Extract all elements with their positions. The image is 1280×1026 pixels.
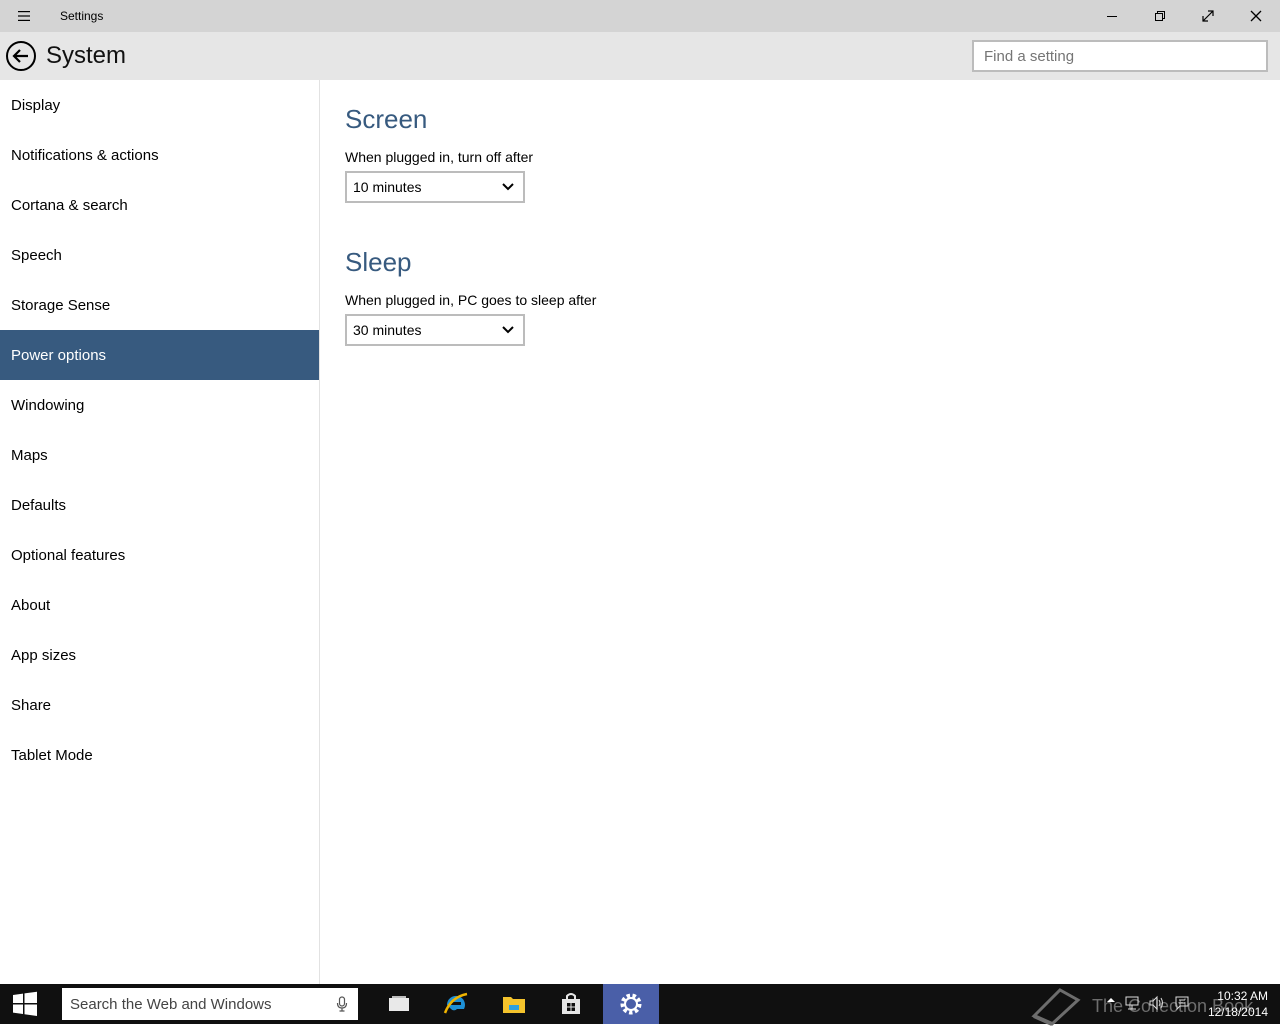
show-hidden-icons-icon[interactable]: [1106, 995, 1116, 1005]
screen-timeout-value: 10 minutes: [353, 179, 422, 195]
sidebar-item-optional-features[interactable]: Optional features: [0, 530, 319, 580]
sidebar-item-notifications-actions[interactable]: Notifications & actions: [0, 130, 319, 180]
sidebar-item-tablet-mode[interactable]: Tablet Mode: [0, 730, 319, 780]
screen-section-title: Screen: [345, 104, 428, 134]
window-title: Settings: [60, 9, 104, 23]
sidebar-item-windowing[interactable]: Windowing: [0, 380, 319, 430]
sidebar-item-defaults[interactable]: Defaults: [0, 480, 319, 530]
windows-logo-icon: [13, 991, 37, 1016]
page-header: System: [0, 32, 1280, 80]
sidebar-item-about[interactable]: About: [0, 580, 319, 630]
microphone-icon[interactable]: [336, 996, 348, 1012]
sidebar-item-maps[interactable]: Maps: [0, 430, 319, 480]
back-button[interactable]: [0, 35, 42, 77]
sidebar-item-share[interactable]: Share: [0, 680, 319, 730]
internet-explorer-icon[interactable]: [428, 984, 484, 1024]
hamburger-menu-icon[interactable]: [0, 0, 48, 32]
clock-date: 12/18/2014: [1207, 1005, 1268, 1019]
taskbar-search-placeholder: Search the Web and Windows: [70, 995, 272, 1013]
minimize-button[interactable]: [1088, 0, 1136, 32]
sidebar-item-display[interactable]: Display: [0, 80, 319, 130]
start-button[interactable]: [0, 984, 50, 1024]
action-center-icon[interactable]: [1174, 995, 1190, 1011]
sidebar-item-storage-sense[interactable]: Storage Sense: [0, 280, 319, 330]
fullscreen-button[interactable]: [1184, 0, 1232, 32]
close-button[interactable]: [1232, 0, 1280, 32]
sleep-section-title: Sleep: [345, 247, 412, 277]
screen-timeout-dropdown[interactable]: 10 minutes: [345, 171, 525, 203]
sidebar-item-app-sizes[interactable]: App sizes: [0, 630, 319, 680]
sleep-timeout-label: When plugged in, PC goes to sleep after: [345, 292, 597, 308]
taskbar-clock[interactable]: 10:32 AM 12/18/2014: [1204, 988, 1268, 1020]
network-icon[interactable]: [1124, 995, 1140, 1011]
sleep-timeout-dropdown[interactable]: 30 minutes: [345, 314, 525, 346]
taskbar-search-box[interactable]: Search the Web and Windows: [62, 988, 358, 1020]
volume-icon[interactable]: [1148, 995, 1166, 1011]
chevron-down-icon: [502, 326, 514, 334]
find-setting-search-input[interactable]: [972, 40, 1268, 72]
screen-timeout-label: When plugged in, turn off after: [345, 149, 534, 165]
main-content: Screen When plugged in, turn off after 1…: [345, 80, 596, 346]
sidebar-item-cortana-search[interactable]: Cortana & search: [0, 180, 319, 230]
taskbar: Search the Web and Windows The Collectio…: [0, 984, 1280, 1026]
chevron-down-icon: [502, 183, 514, 191]
title-bar: Settings: [0, 0, 1280, 32]
sleep-timeout-value: 30 minutes: [353, 322, 422, 338]
store-icon[interactable]: [543, 984, 599, 1024]
restore-button[interactable]: [1136, 0, 1184, 32]
sidebar-item-power-options[interactable]: Power options: [0, 330, 319, 380]
sidebar-item-speech[interactable]: Speech: [0, 230, 319, 280]
system-tray: [1106, 995, 1190, 1011]
settings-icon[interactable]: [603, 984, 659, 1024]
file-explorer-icon[interactable]: [486, 984, 542, 1024]
sidebar: Display Notifications & actions Cortana …: [0, 80, 320, 984]
page-title: System: [46, 42, 127, 69]
back-arrow-icon: [6, 41, 36, 71]
clock-time: 10:32 AM: [1217, 989, 1268, 1003]
book-logo-icon: [1031, 988, 1081, 1026]
task-view-icon[interactable]: [371, 984, 427, 1024]
